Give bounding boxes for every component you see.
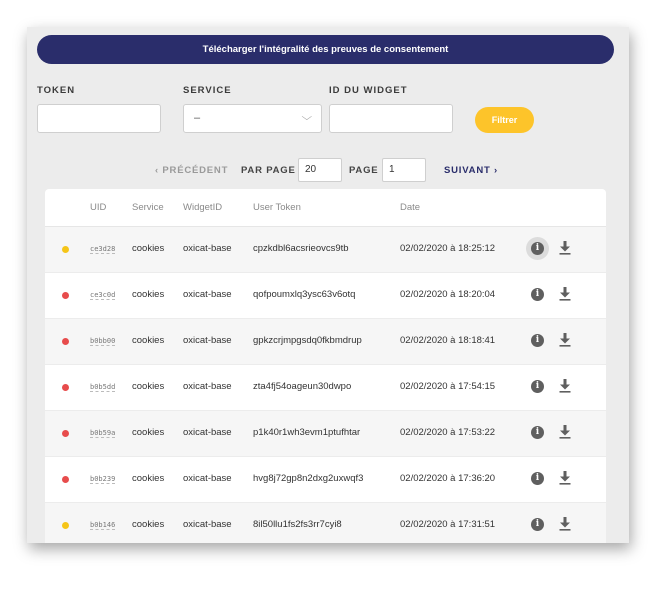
- status-dot: [62, 292, 69, 299]
- download-icon[interactable]: [559, 287, 571, 301]
- per-page-input[interactable]: 20: [298, 158, 342, 182]
- user-token-cell: 8il50llu1fs2fs3rr7cyi8: [253, 519, 342, 530]
- download-icon[interactable]: [559, 517, 571, 531]
- user-token-cell: gpkzcrjmpgsdq0fkbmdrup: [253, 335, 362, 346]
- widget-id-input[interactable]: [329, 104, 453, 133]
- download-icon[interactable]: [559, 425, 571, 439]
- uid-cell: b0b5dd: [90, 383, 116, 392]
- status-dot: [62, 522, 69, 529]
- status-dot: [62, 246, 69, 253]
- widget-id-cell: oxicat-base: [183, 335, 232, 346]
- chevron-down-icon: ⌵: [301, 112, 313, 123]
- user-token-cell: hvg8j72gp8n2dxg2uxwqf3: [253, 473, 364, 484]
- download-icon[interactable]: [559, 333, 571, 347]
- filter-button[interactable]: Filtrer: [475, 107, 534, 133]
- date-cell: 02/02/2020 à 17:53:22: [400, 427, 496, 438]
- uid-cell: b0b239: [90, 475, 116, 484]
- consent-table: UID Service WidgetID User Token Date ce3…: [45, 189, 606, 543]
- service-cell: cookies: [132, 519, 165, 530]
- widget-id-cell: oxicat-base: [183, 243, 232, 254]
- table-row: b0b239 cookies oxicat-base hvg8j72gp8n2d…: [45, 457, 606, 503]
- widget-id-cell: oxicat-base: [183, 519, 232, 530]
- uid-cell: ce3d28: [90, 245, 116, 254]
- table-header: UID Service WidgetID User Token Date: [45, 189, 606, 227]
- table-row: b0bb00 cookies oxicat-base gpkzcrjmpgsdq…: [45, 319, 606, 365]
- column-header-user-token: User Token: [253, 202, 301, 213]
- service-cell: cookies: [132, 427, 165, 438]
- table-row: b0b59a cookies oxicat-base p1k40r1wh3evm…: [45, 411, 606, 457]
- date-cell: 02/02/2020 à 18:25:12: [400, 243, 496, 254]
- page-input[interactable]: 1: [382, 158, 426, 182]
- download-icon[interactable]: [559, 379, 571, 393]
- info-icon[interactable]: i: [531, 242, 544, 255]
- table-row: b0b146 cookies oxicat-base 8il50llu1fs2f…: [45, 503, 606, 543]
- widget-id-cell: oxicat-base: [183, 473, 232, 484]
- previous-page-link[interactable]: ‹ PRÉCÉDENT: [155, 165, 228, 176]
- widget-id-cell: oxicat-base: [183, 289, 232, 300]
- info-icon[interactable]: i: [531, 472, 544, 485]
- date-cell: 02/02/2020 à 18:20:04: [400, 289, 496, 300]
- service-cell: cookies: [132, 243, 165, 254]
- service-label: SERVICE: [183, 85, 232, 96]
- service-cell: cookies: [132, 335, 165, 346]
- widget-id-label: ID DU WIDGET: [329, 85, 408, 96]
- service-select[interactable]: – ⌵: [183, 104, 322, 133]
- column-header-widget-id: WidgetID: [183, 202, 223, 213]
- table-row: b0b5dd cookies oxicat-base zta4fj54oageu…: [45, 365, 606, 411]
- uid-cell: b0bb00: [90, 337, 116, 346]
- status-dot: [62, 476, 69, 483]
- status-dot: [62, 430, 69, 437]
- info-icon[interactable]: i: [531, 518, 544, 531]
- column-header-uid: UID: [90, 202, 107, 213]
- download-icon[interactable]: [559, 241, 571, 255]
- user-token-cell: qofpoumxlq3ysc63v6otq: [253, 289, 356, 300]
- info-icon[interactable]: i: [531, 426, 544, 439]
- widget-id-cell: oxicat-base: [183, 427, 232, 438]
- service-cell: cookies: [132, 381, 165, 392]
- per-page-label: PAR PAGE: [241, 165, 296, 176]
- uid-cell: b0b146: [90, 521, 116, 530]
- download-icon[interactable]: [559, 471, 571, 485]
- info-icon[interactable]: i: [531, 334, 544, 347]
- token-label: TOKEN: [37, 85, 76, 96]
- table-row: ce3d28 cookies oxicat-base cpzkdbl6acsri…: [45, 227, 606, 273]
- page-label: PAGE: [349, 165, 379, 176]
- date-cell: 02/02/2020 à 17:54:15: [400, 381, 496, 392]
- table-body: ce3d28 cookies oxicat-base cpzkdbl6acsri…: [45, 227, 606, 543]
- info-icon[interactable]: i: [531, 380, 544, 393]
- user-token-cell: zta4fj54oageun30dwpo: [253, 381, 352, 392]
- table-row: ce3c0d cookies oxicat-base qofpoumxlq3ys…: [45, 273, 606, 319]
- uid-cell: b0b59a: [90, 429, 116, 438]
- column-header-service: Service: [132, 202, 164, 213]
- date-cell: 02/02/2020 à 18:18:41: [400, 335, 496, 346]
- download-all-proofs-button[interactable]: Télécharger l'intégralité des preuves de…: [37, 35, 614, 64]
- status-dot: [62, 338, 69, 345]
- uid-cell: ce3c0d: [90, 291, 116, 300]
- widget-id-cell: oxicat-base: [183, 381, 232, 392]
- status-dot: [62, 384, 69, 391]
- service-selected-value: –: [194, 112, 201, 124]
- user-token-cell: cpzkdbl6acsrieovcs9tb: [253, 243, 349, 254]
- token-input[interactable]: [37, 104, 161, 133]
- date-cell: 02/02/2020 à 17:36:20: [400, 473, 496, 484]
- column-header-date: Date: [400, 202, 421, 213]
- info-icon[interactable]: i: [531, 288, 544, 301]
- service-cell: cookies: [132, 473, 165, 484]
- date-cell: 02/02/2020 à 17:31:51: [400, 519, 496, 530]
- consent-proofs-panel: Télécharger l'intégralité des preuves de…: [27, 27, 629, 543]
- service-cell: cookies: [132, 289, 165, 300]
- next-page-link[interactable]: SUIVANT ›: [444, 165, 498, 176]
- user-token-cell: p1k40r1wh3evm1ptufhtar: [253, 427, 361, 438]
